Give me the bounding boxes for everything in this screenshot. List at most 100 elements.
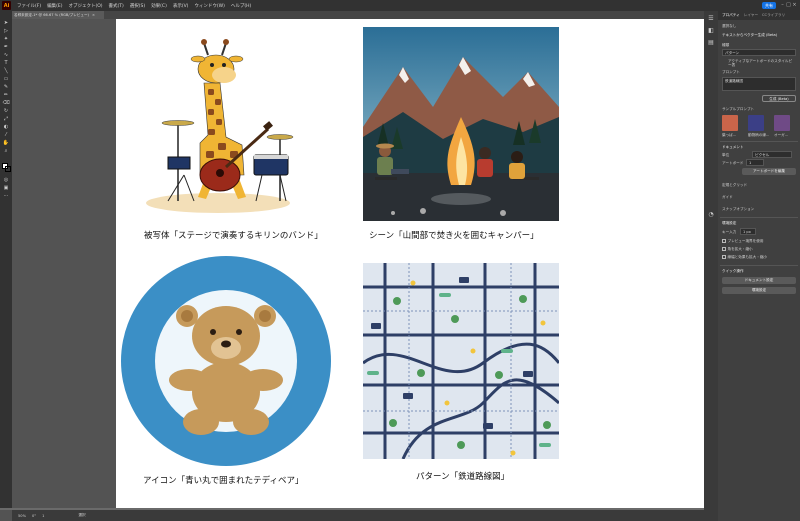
giraffe-band-illustration[interactable] <box>138 25 298 215</box>
type-value: パターン <box>725 51 740 55</box>
checkbox-preview-bounds[interactable]: プレビュー境界を使用 <box>722 239 763 244</box>
properties-icon[interactable]: ☰ <box>707 15 715 23</box>
menu-select[interactable]: 選択(S) <box>130 3 145 9</box>
artboard[interactable]: 被写体「ステージで演奏するキリンのバンド」 シーン「山間部で焚き火を囲むキャンパ… <box>116 19 714 508</box>
panel-icon-strip: ☰ ◧ ▤ ◔ <box>704 11 718 521</box>
caption-subject: 被写体「ステージで演奏するキリンのバンド」 <box>144 231 323 241</box>
artboard-value: 1 <box>749 161 752 165</box>
tab-libraries[interactable]: CCライブラリ <box>762 13 785 18</box>
comments-icon[interactable]: ◔ <box>707 211 715 219</box>
close-window-icon[interactable]: × <box>792 2 797 8</box>
canvas[interactable]: 被写体「ステージで演奏するキリンのバンド」 シーン「山間部で焚き火を囲むキャンパ… <box>12 19 714 510</box>
railway-pattern-illustration[interactable] <box>363 263 559 459</box>
menu-type[interactable]: 書式(T) <box>109 3 124 9</box>
libraries-icon[interactable]: ▤ <box>707 39 715 47</box>
checkbox-icon[interactable] <box>722 247 726 251</box>
eraser-icon[interactable]: ⌫ <box>2 100 10 107</box>
stroke-color-swatch[interactable] <box>5 166 11 172</box>
type-icon[interactable]: T <box>2 60 10 67</box>
checkbox-scale-strokes[interactable]: 線幅と効果も拡大・縮小 <box>722 255 767 260</box>
zoom-icon[interactable]: ⌕ <box>2 148 10 155</box>
preferences-header: 環境設定 <box>722 221 737 225</box>
menu-help[interactable]: ヘルプ(H) <box>231 3 251 9</box>
unit-select[interactable]: ピクセル <box>752 151 792 158</box>
rectangle-icon[interactable]: ▭ <box>2 76 10 83</box>
hand-icon[interactable]: ✋ <box>2 140 10 147</box>
key-increment-input[interactable]: 1 px <box>740 228 756 235</box>
prompt-value: 鉄道路線図 <box>725 79 743 83</box>
draw-mode-icon[interactable]: ◎ <box>2 177 10 184</box>
rotate-icon[interactable]: ↻ <box>2 108 10 115</box>
sample-thumbnail-3[interactable] <box>774 115 790 131</box>
sample-thumbnail-2[interactable] <box>748 115 764 131</box>
menu-effect[interactable]: 効果(C) <box>151 3 167 9</box>
text-to-vector-title[interactable]: テキストからベクター生成 (Beta) <box>722 33 777 38</box>
rotation-view[interactable]: 0° <box>32 514 36 518</box>
document-tab-title: 名称未設定-1* @ 66.67 % (RGB/プレビュー) <box>14 12 89 17</box>
shape-builder-icon[interactable]: ◐ <box>2 124 10 131</box>
selection-icon[interactable]: ➤ <box>2 20 10 27</box>
pen-icon[interactable]: ✒ <box>2 44 10 51</box>
guides-label: ガイド <box>722 195 733 199</box>
menu-window[interactable]: ウィンドウ(W) <box>194 3 224 9</box>
menu-file[interactable]: ファイル(F) <box>17 3 41 9</box>
type-select[interactable]: パターン <box>722 49 796 56</box>
artboard-label: アートボード <box>722 161 744 165</box>
document-setup-button[interactable]: ドキュメント設定 <box>722 277 796 284</box>
prompt-label: プロンプト <box>722 70 740 74</box>
checkbox-scale-corners[interactable]: 角を拡大・縮小 <box>722 247 753 252</box>
artboard-navigator[interactable]: 1 <box>42 514 44 518</box>
key-increment-value: 1 px <box>743 230 751 234</box>
edit-artboard-button[interactable]: アートボードを編集 <box>742 168 796 175</box>
status-bar: 50% 0° 1 選択 <box>12 510 704 521</box>
menu-view[interactable]: 表示(V) <box>173 3 189 9</box>
caption-pattern: パターン「鉄道路線図」 <box>416 472 510 482</box>
unit-label: 単位 <box>722 153 730 157</box>
brush-icon[interactable]: ✎ <box>2 84 10 91</box>
divider <box>720 265 798 266</box>
layers-icon[interactable]: ◧ <box>707 27 715 35</box>
divider <box>720 141 798 142</box>
teddy-bear-icon-illustration[interactable] <box>119 254 333 468</box>
preferences-button[interactable]: 環境設定 <box>722 287 796 294</box>
caption-icon: アイコン「青い丸で囲まれたテディベア」 <box>143 476 304 486</box>
prompt-input[interactable]: 鉄道路線図 <box>722 77 796 91</box>
share-button[interactable]: 共有 <box>762 2 776 9</box>
eyedropper-icon[interactable]: ⁄ <box>2 132 10 139</box>
edit-artboard-label: アートボードを編集 <box>752 169 786 173</box>
artboard-select[interactable]: 1 <box>746 159 764 166</box>
divider <box>720 217 798 218</box>
checkbox-icon[interactable] <box>722 255 726 259</box>
checkbox-icon[interactable] <box>722 239 726 243</box>
menu-object[interactable]: オブジェクト(O) <box>68 3 102 9</box>
minimize-icon[interactable]: – <box>780 2 785 8</box>
tab-layers[interactable]: レイヤー <box>744 13 758 18</box>
document-tab[interactable]: 名称未設定-1* @ 66.67 % (RGB/プレビュー) × <box>12 11 104 19</box>
key-increment-label: キー入力 <box>722 230 737 234</box>
magic-wand-icon[interactable]: ✦ <box>2 36 10 43</box>
close-tab-icon[interactable]: × <box>92 13 95 17</box>
unit-value: ピクセル <box>755 153 770 157</box>
checkbox-label: 角を拡大・縮小 <box>727 247 753 251</box>
tab-properties[interactable]: プロパティ <box>722 13 740 18</box>
document-setup-label: ドキュメント設定 <box>744 278 774 282</box>
generate-label: 生成 (Beta) <box>769 97 789 101</box>
scale-icon[interactable]: ⤢ <box>2 116 10 123</box>
more-tools-icon[interactable]: ⋯ <box>2 193 10 200</box>
curvature-icon[interactable]: ∿ <box>2 52 10 59</box>
maximize-icon[interactable]: □ <box>786 2 791 8</box>
sample-thumbnail-1[interactable] <box>722 115 738 131</box>
menu-edit[interactable]: 編集(E) <box>47 3 62 9</box>
document-header: ドキュメント <box>722 145 744 149</box>
pencil-icon[interactable]: ✏ <box>2 92 10 99</box>
zoom-level[interactable]: 50% <box>18 514 26 518</box>
screen-mode-icon[interactable]: ▣ <box>2 185 10 192</box>
quick-actions-header: クイック操作 <box>722 269 744 273</box>
sample-prompts-label: サンプルプロンプト <box>722 107 755 111</box>
status-tool: 選択 <box>78 513 86 517</box>
generate-button[interactable]: 生成 (Beta) <box>762 95 796 102</box>
sample-caption-3: オーガ... <box>774 133 789 137</box>
campfire-scene-illustration[interactable] <box>363 27 559 221</box>
line-icon[interactable]: ╲ <box>2 68 10 75</box>
direct-selection-icon[interactable]: ▷ <box>2 28 10 35</box>
